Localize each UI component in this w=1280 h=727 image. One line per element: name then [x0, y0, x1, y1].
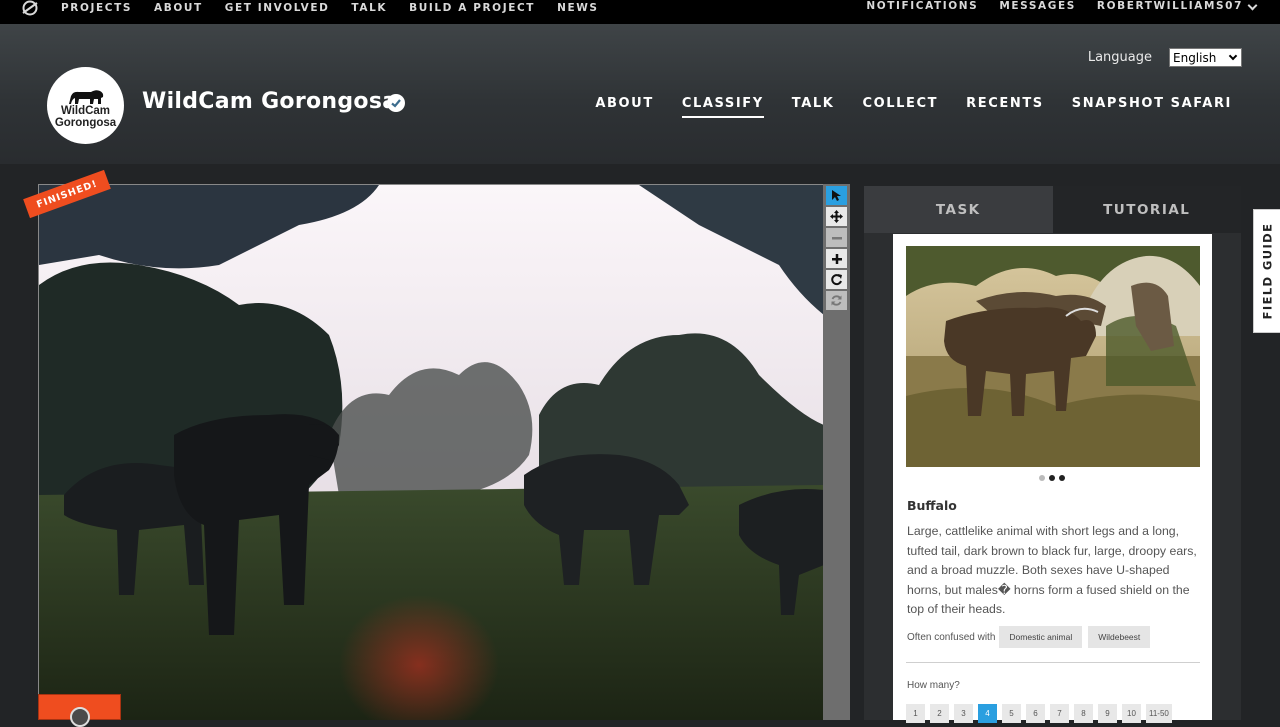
field-guide-label: FIELD GUIDE — [1260, 222, 1275, 320]
nav-about[interactable]: ABOUT — [154, 2, 203, 14]
zooniverse-icon[interactable] — [20, 0, 40, 18]
carousel-dot[interactable] — [1039, 475, 1045, 481]
panel-tabs: TASK TUTORIAL — [864, 186, 1241, 233]
zooniverse-nav: PROJECTS ABOUT GET INVOLVED TALK BUILD A… — [61, 2, 621, 14]
user-menu[interactable]: ROBERTWILLIAMS07 — [1096, 0, 1258, 12]
verified-check-icon — [387, 94, 405, 112]
count-button-10[interactable]: 10 — [1122, 704, 1141, 723]
count-button-6[interactable]: 6 — [1026, 704, 1045, 723]
species-photo — [906, 246, 1200, 467]
zoom-out-icon[interactable] — [826, 228, 847, 247]
project-avatar[interactable]: WildCam Gorongosa — [47, 67, 124, 144]
count-button-4[interactable]: 4 — [978, 704, 997, 723]
project-nav: ABOUT CLASSIFY TALK COLLECT RECENTS SNAP… — [567, 96, 1232, 118]
project-nav-about[interactable]: ABOUT — [595, 96, 653, 118]
count-button-8[interactable]: 8 — [1074, 704, 1093, 723]
animal-description: Large, cattlelike animal with short legs… — [907, 524, 1197, 617]
language-picker: Language English — [1088, 48, 1242, 67]
reset-icon[interactable] — [826, 291, 847, 310]
confused-with-label: Often confused with — [907, 631, 996, 643]
language-select[interactable]: English — [1169, 48, 1242, 67]
count-buttons: 1 2 3 4 5 6 7 8 9 10 11-50 — [906, 704, 1177, 723]
carousel-dot[interactable] — [1059, 475, 1065, 481]
project-title[interactable]: WildCam Gorongosa — [142, 89, 397, 114]
photo-carousel-dots — [1039, 475, 1069, 481]
image-tools — [823, 184, 850, 720]
pointer-icon[interactable] — [826, 186, 847, 205]
carousel-dot[interactable] — [1049, 475, 1055, 481]
chevron-down-icon — [1247, 0, 1258, 11]
tab-task[interactable]: TASK — [864, 186, 1053, 233]
task-panel: TASK TUTORIAL Buffalo Large, cattlelike … — [864, 186, 1241, 723]
count-button-3[interactable]: 3 — [954, 704, 973, 723]
badge-circle-icon — [69, 707, 90, 727]
project-nav-classify[interactable]: CLASSIFY — [681, 96, 764, 118]
confused-with-row: Often confused with Domestic animal Wild… — [907, 626, 1156, 648]
language-value: English — [1173, 50, 1217, 65]
nav-get-involved[interactable]: GET INVOLVED — [225, 2, 330, 14]
lion-logo-icon — [68, 90, 103, 104]
divider — [906, 662, 1200, 663]
confused-chip-wildebeest[interactable]: Wildebeest — [1088, 626, 1151, 648]
nav-build-a-project[interactable]: BUILD A PROJECT — [409, 2, 535, 14]
move-icon[interactable] — [826, 207, 847, 226]
count-button-2[interactable]: 2 — [930, 704, 949, 723]
viewer-overlay-badge[interactable] — [38, 694, 121, 727]
count-button-11-50[interactable]: 11-50 — [1146, 704, 1172, 723]
count-button-1[interactable]: 1 — [906, 704, 925, 723]
how-many-label: How many? — [907, 680, 960, 691]
rotate-icon[interactable] — [826, 270, 847, 289]
project-nav-collect[interactable]: COLLECT — [862, 96, 938, 118]
animal-name: Buffalo — [907, 498, 957, 513]
zoom-in-icon[interactable] — [826, 249, 847, 268]
messages-link[interactable]: MESSAGES — [999, 0, 1076, 12]
confused-chip-domestic-animal[interactable]: Domestic animal — [999, 626, 1083, 648]
field-guide-tab[interactable]: FIELD GUIDE — [1253, 209, 1280, 333]
project-nav-talk[interactable]: TALK — [792, 96, 835, 118]
tab-tutorial[interactable]: TUTORIAL — [1052, 186, 1241, 233]
username: ROBERTWILLIAMS07 — [1096, 0, 1243, 12]
project-nav-snapshot-safari[interactable]: SNAPSHOT SAFARI — [1072, 96, 1232, 118]
count-button-9[interactable]: 9 — [1098, 704, 1117, 723]
chevron-down-icon — [1228, 51, 1238, 61]
nav-projects[interactable]: PROJECTS — [61, 2, 132, 14]
notifications-link[interactable]: NOTIFICATIONS — [866, 0, 978, 12]
project-nav-recents[interactable]: RECENTS — [966, 96, 1044, 118]
subject-image[interactable] — [38, 184, 823, 720]
project-header: Language English WildCam Gorongosa WildC… — [0, 24, 1280, 164]
language-label: Language — [1087, 50, 1152, 65]
count-button-7[interactable]: 7 — [1050, 704, 1069, 723]
species-card: Buffalo Large, cattlelike animal with sh… — [893, 234, 1212, 723]
zooniverse-topbar: PROJECTS ABOUT GET INVOLVED TALK BUILD A… — [0, 0, 1280, 24]
avatar-line-2: Gorongosa — [54, 117, 117, 129]
count-button-5[interactable]: 5 — [1002, 704, 1021, 723]
nav-talk[interactable]: TALK — [351, 2, 387, 14]
avatar-line-1: WildCam — [60, 105, 111, 117]
nav-news[interactable]: NEWS — [557, 2, 599, 14]
